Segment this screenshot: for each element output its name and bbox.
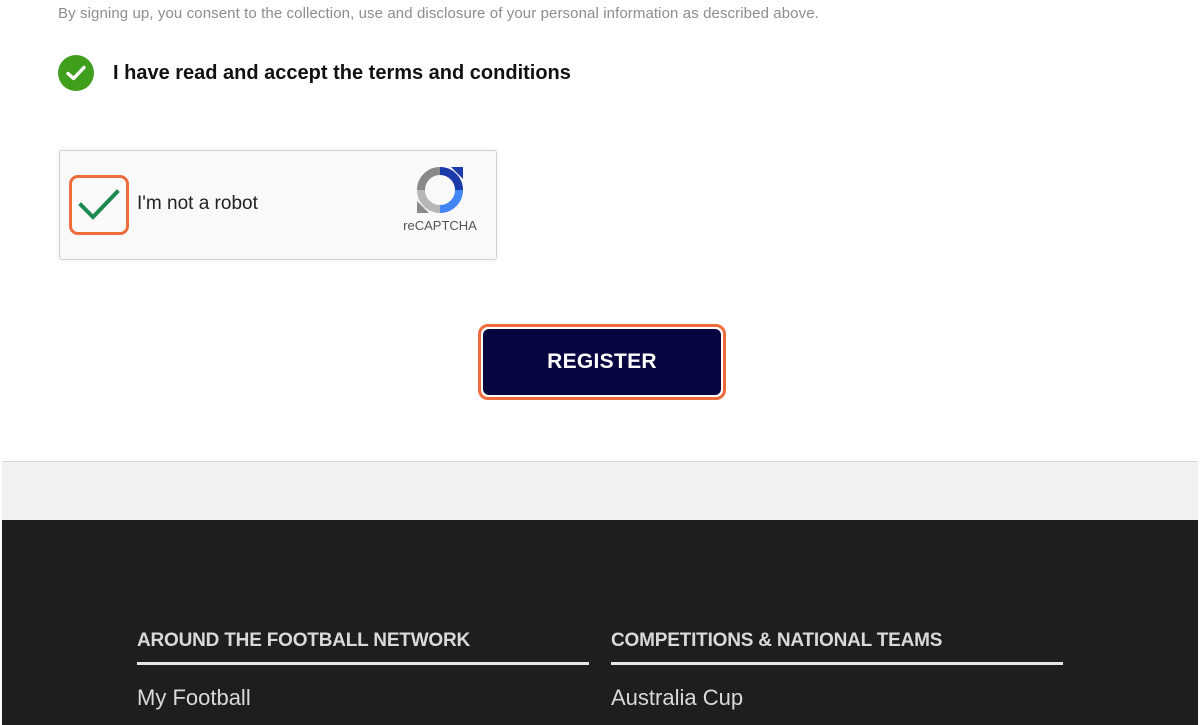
register-button[interactable]: REGISTER [483,329,721,395]
recaptcha-brand: reCAPTCHA [403,218,477,233]
recaptcha-widget: I'm not a robot reCAPTCHA [59,150,497,260]
terms-checkbox-row[interactable]: I have read and accept the terms and con… [58,55,571,91]
footer-heading-network: AROUND THE FOOTBALL NETWORK [137,630,589,665]
registration-form-card: By signing up, you consent to the collec… [2,0,1198,462]
footer-column-competitions: COMPETITIONS & NATIONAL TEAMS Australia … [611,630,1063,711]
checkmark-icon [78,189,120,220]
footer-column-network: AROUND THE FOOTBALL NETWORK My Football [137,630,589,711]
terms-label: I have read and accept the terms and con… [113,61,571,84]
recaptcha-checkbox[interactable] [69,175,129,235]
recaptcha-label: I'm not a robot [137,193,258,214]
check-circle-icon[interactable] [58,55,94,91]
section-divider [2,462,1198,520]
consent-text: By signing up, you consent to the collec… [58,5,819,22]
footer-link-my-football[interactable]: My Football [137,685,589,711]
footer-link-australia-cup[interactable]: Australia Cup [611,685,1063,711]
recaptcha-logo-icon [417,167,463,213]
site-footer: AROUND THE FOOTBALL NETWORK My Football … [2,520,1198,725]
footer-heading-competitions: COMPETITIONS & NATIONAL TEAMS [611,630,1063,665]
